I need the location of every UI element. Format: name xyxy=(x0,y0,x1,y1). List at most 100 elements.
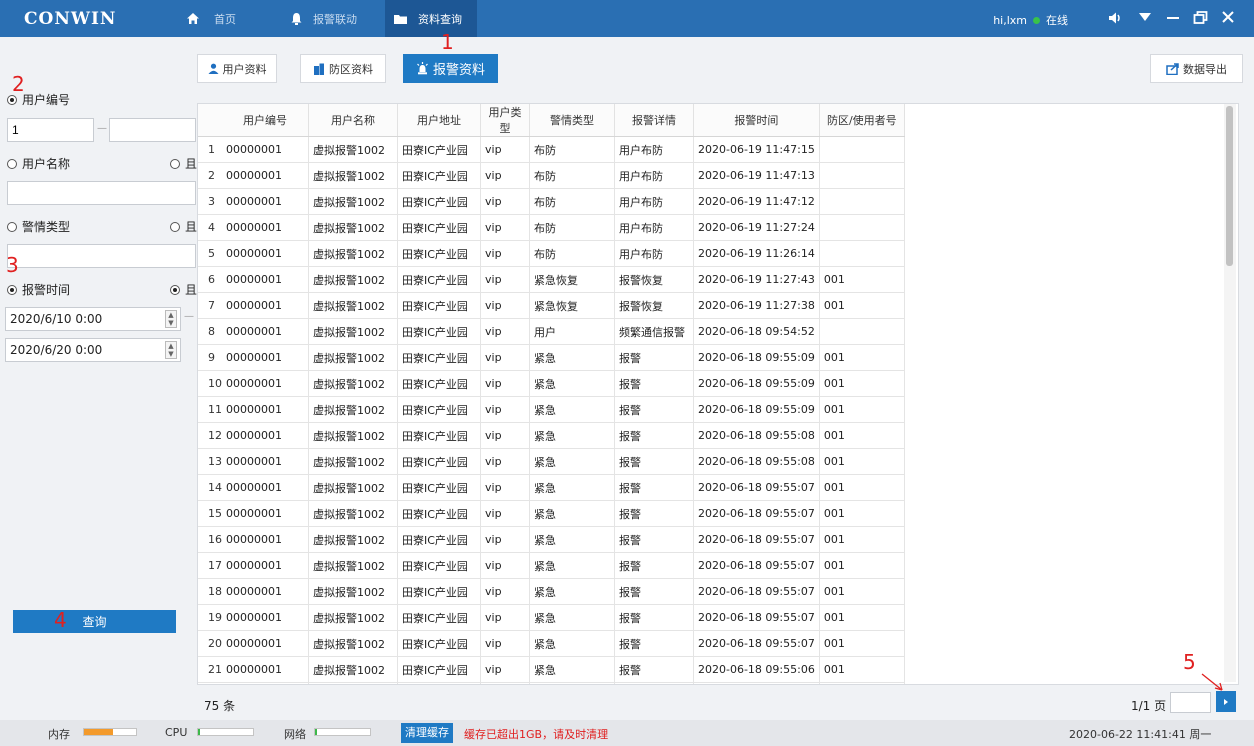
column-header[interactable]: 用户地址 xyxy=(397,104,481,137)
table-row[interactable]: 17 00000001 虚拟报警1002 田寮IC产业园 vip 紧急 报警 2020-06-… xyxy=(198,552,905,579)
column-header[interactable]: 防区/使用者号 xyxy=(819,104,905,137)
table-row[interactable]: 16 00000001 虚拟报警1002 田寮IC产业园 vip 紧急 报警 2020-06-… xyxy=(198,526,905,553)
table-cell: 00000001 xyxy=(222,396,309,423)
tab-zone-info[interactable]: 防区资料 xyxy=(300,54,386,83)
user-name-input[interactable] xyxy=(7,181,196,205)
alarm-type-and-radio[interactable]: 且 xyxy=(170,218,197,235)
table-cell: 2020-06-18 09:55:06 xyxy=(693,656,820,683)
column-header[interactable]: 报警详情 xyxy=(614,104,694,137)
table-row[interactable]: 11 00000001 虚拟报警1002 田寮IC产业园 vip 紧急 报警 2020-06-… xyxy=(198,396,905,423)
spinner-icon[interactable]: ▲ ▼ xyxy=(165,341,177,359)
nav-data-query[interactable]: 资料查询 xyxy=(385,0,477,37)
table-row[interactable]: 8 00000001 虚拟报警1002 田寮IC产业园 vip 用户 频繁通信报警 2020-… xyxy=(198,318,905,345)
alarm-time-and-radio[interactable]: 且 xyxy=(170,281,197,298)
alarm-time-radio[interactable]: 报警时间 xyxy=(7,281,70,298)
volume-icon[interactable] xyxy=(1107,10,1123,30)
column-header[interactable]: 用户名称 xyxy=(308,104,398,137)
table-cell: 报警 xyxy=(614,630,694,657)
table-row[interactable]: 3 00000001 虚拟报警1002 田寮IC产业园 vip 布防 用户布防 2020-06… xyxy=(198,188,905,215)
time-from-value: 2020/6/10 0:00 xyxy=(10,312,103,326)
table-row[interactable]: 10 00000001 虚拟报警1002 田寮IC产业园 vip 紧急 报警 2020-06-… xyxy=(198,370,905,397)
table-row[interactable]: 6 00000001 虚拟报警1002 田寮IC产业园 vip 紧急恢复 报警恢复 2020-… xyxy=(198,266,905,293)
cpu-label: CPU xyxy=(165,726,188,739)
column-header[interactable]: 用户编号 xyxy=(222,104,309,137)
table-row[interactable]: 18 00000001 虚拟报警1002 田寮IC产业园 vip 紧急 报警 2020-06-… xyxy=(198,578,905,605)
alarm-type-radio[interactable]: 警情类型 xyxy=(7,218,70,235)
table-row[interactable]: 7 00000001 虚拟报警1002 田寮IC产业园 vip 紧急恢复 报警恢复 2020-… xyxy=(198,292,905,319)
annotation-1: 1 xyxy=(441,30,454,54)
user-name-and-radio[interactable]: 且 xyxy=(170,155,197,172)
table-cell: 00000001 xyxy=(222,292,309,319)
column-header[interactable]: 用户类型 xyxy=(480,104,530,137)
user-name-radio[interactable]: 用户名称 xyxy=(7,155,70,172)
table-cell: 紧急 xyxy=(529,604,615,631)
index-header xyxy=(198,104,222,137)
table-row[interactable]: 20 00000001 虚拟报警1002 田寮IC产业园 vip 紧急 报警 2020-06-… xyxy=(198,630,905,657)
alarm-type-input[interactable] xyxy=(7,244,196,268)
spinner-icon[interactable]: ▲ ▼ xyxy=(165,310,177,328)
time-from-input[interactable]: 2020/6/10 0:00 ▲ ▼ xyxy=(5,307,181,331)
table-cell: 田寮IC产业园 xyxy=(397,578,481,605)
clear-cache-button[interactable]: 清理缓存 xyxy=(401,723,453,743)
table-row[interactable]: 5 00000001 虚拟报警1002 田寮IC产业园 vip 布防 用户布防 2020-06… xyxy=(198,240,905,267)
table-row[interactable]: 15 00000001 虚拟报警1002 田寮IC产业园 vip 紧急 报警 2020-06-… xyxy=(198,500,905,527)
tab-user-info[interactable]: 用户资料 xyxy=(197,54,277,83)
user-no-to-input[interactable] xyxy=(109,118,196,142)
dropdown-icon[interactable] xyxy=(1138,10,1152,28)
user-no-radio[interactable]: 用户编号 xyxy=(7,91,70,108)
nav-home-label: 首页 xyxy=(214,12,236,26)
close-icon[interactable] xyxy=(1221,10,1235,28)
table-cell: 2020-06-18 09:55:05 xyxy=(693,682,820,684)
user-icon xyxy=(208,63,218,74)
table-row[interactable]: 1 00000001 虚拟报警1002 田寮IC产业园 vip 布防 用户布防 2020-06… xyxy=(198,136,905,163)
table-cell: 虚拟报警1002 xyxy=(308,292,398,319)
next-page-button[interactable] xyxy=(1216,691,1236,712)
table-cell: 田寮IC产业园 xyxy=(397,292,481,319)
table-cell: 频繁通信报警 xyxy=(614,318,694,345)
table-row[interactable]: 19 00000001 虚拟报警1002 田寮IC产业园 vip 紧急 报警 2020-06-… xyxy=(198,604,905,631)
page-number-input[interactable] xyxy=(1170,692,1211,713)
column-header[interactable]: 警情类型 xyxy=(529,104,615,137)
tab-alarm-info[interactable]: 报警资料 xyxy=(403,54,498,83)
minimize-icon[interactable] xyxy=(1166,10,1180,28)
time-to-input[interactable]: 2020/6/20 0:00 ▲ ▼ xyxy=(5,338,181,362)
vertical-scrollbar[interactable] xyxy=(1224,104,1236,682)
query-button-label: 查询 xyxy=(82,615,107,629)
table-row[interactable]: 9 00000001 虚拟报警1002 田寮IC产业园 vip 紧急 报警 2020-06-1… xyxy=(198,344,905,371)
table-cell: 紧急 xyxy=(529,526,615,553)
user-no-from-input[interactable] xyxy=(7,118,94,142)
radio-checked-icon xyxy=(170,284,180,295)
radio-unchecked-icon xyxy=(170,158,180,169)
table-row[interactable]: 4 00000001 虚拟报警1002 田寮IC产业园 vip 布防 用户布防 2020-06… xyxy=(198,214,905,241)
table-cell: 田寮IC产业园 xyxy=(397,552,481,579)
table-cell: 001 xyxy=(819,578,905,605)
column-header[interactable]: 报警时间 xyxy=(693,104,820,137)
query-button[interactable]: 查询 xyxy=(13,610,176,633)
export-button[interactable]: 数据导出 xyxy=(1150,54,1243,83)
table-row[interactable]: 2200000001虚拟报警1002田寮IC产业园vip紧急报警2020-06-… xyxy=(198,682,905,684)
table-cell: 田寮IC产业园 xyxy=(397,656,481,683)
table-cell: 00000001 xyxy=(222,578,309,605)
datetime: 2020-06-22 11:41:41 周一 xyxy=(1069,728,1212,741)
title-bar: CONWIN 首页 报警联动 资料查询 hi,lxm 在线 xyxy=(0,0,1254,37)
restore-icon[interactable] xyxy=(1193,10,1208,29)
table-row[interactable]: 14 00000001 虚拟报警1002 田寮IC产业园 vip 紧急 报警 2020-06-… xyxy=(198,474,905,501)
table-cell: 虚拟报警1002 xyxy=(308,526,398,553)
radio-checked-icon xyxy=(7,94,17,105)
nav-home[interactable]: 首页 xyxy=(186,0,236,37)
network-bar xyxy=(314,728,371,736)
user-name: hi,lxm xyxy=(993,13,1027,27)
table-cell: 报警 xyxy=(614,474,694,501)
table-cell: 2020-06-19 11:47:15 xyxy=(693,136,820,163)
table-row[interactable]: 12 00000001 虚拟报警1002 田寮IC产业园 vip 紧急 报警 2020-06-… xyxy=(198,422,905,449)
table-cell: vip xyxy=(480,578,530,605)
scrollbar-thumb[interactable] xyxy=(1226,106,1233,266)
table-cell: 虚拟报警1002 xyxy=(308,552,398,579)
table-row[interactable]: 21 00000001 虚拟报警1002 田寮IC产业园 vip 紧急 报警 2020-06-… xyxy=(198,656,905,683)
nav-alarm-link[interactable]: 报警联动 xyxy=(290,0,357,37)
table-cell: 田寮IC产业园 xyxy=(397,682,481,684)
row-index: 2 xyxy=(198,162,222,189)
alarm-type-label: 警情类型 xyxy=(22,220,71,234)
table-row[interactable]: 2 00000001 虚拟报警1002 田寮IC产业园 vip 布防 用户布防 2020-06… xyxy=(198,162,905,189)
table-row[interactable]: 13 00000001 虚拟报警1002 田寮IC产业园 vip 紧急 报警 2020-06-… xyxy=(198,448,905,475)
